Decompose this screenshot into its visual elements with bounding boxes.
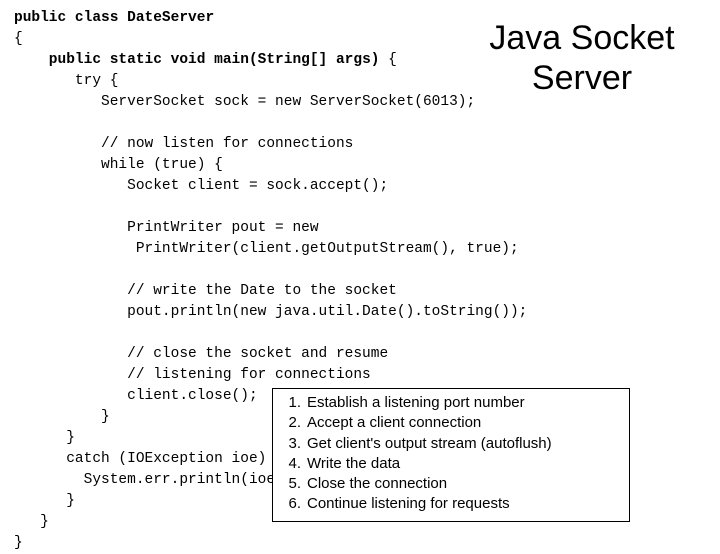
list-item: 1. Establish a listening port number (279, 393, 623, 413)
step-text: Accept a client connection (307, 413, 481, 433)
code-line: } (14, 409, 110, 425)
step-text: Establish a listening port number (307, 393, 525, 413)
slide-title: Java Socket Server (482, 18, 682, 98)
code-line: client.close(); (14, 388, 258, 404)
code-line: System.err.println(ioe); (14, 472, 292, 488)
step-number: 6. (279, 494, 301, 514)
code-line: { (14, 31, 23, 47)
list-item: 3. Get client's output stream (autoflush) (279, 434, 623, 454)
code-line: // now listen for connections (14, 136, 353, 152)
code-line: // listening for connections (14, 367, 371, 383)
steps-box: 1. Establish a listening port number 2. Ac… (272, 388, 630, 522)
step-text: Close the connection (307, 474, 447, 494)
step-text: Get client's output stream (autoflush) (307, 434, 552, 454)
list-item: 6. Continue listening for requests (279, 494, 623, 514)
list-item: 4. Write the data (279, 454, 623, 474)
code-line: PrintWriter pout = new (14, 220, 319, 236)
step-number: 1. (279, 393, 301, 413)
code-line: } (14, 514, 49, 530)
steps-list: 1. Establish a listening port number 2. Ac… (279, 393, 623, 515)
code-line: PrintWriter(client.getOutputStream(), tr… (14, 241, 519, 257)
code-line: ServerSocket sock = new ServerSocket(601… (14, 94, 475, 110)
code-line: } (14, 535, 23, 551)
code-line: // write the Date to the socket (14, 283, 397, 299)
code-line: try { (14, 73, 118, 89)
step-number: 5. (279, 474, 301, 494)
step-text: Write the data (307, 454, 400, 474)
code-line: catch (IOException ioe) { (14, 451, 284, 467)
code-line: } (14, 430, 75, 446)
step-number: 2. (279, 413, 301, 433)
list-item: 2. Accept a client connection (279, 413, 623, 433)
step-text: Continue listening for requests (307, 494, 510, 514)
list-item: 5. Close the connection (279, 474, 623, 494)
code-line: public static void main(String[] args) { (14, 52, 397, 68)
code-line: pout.println(new java.util.Date().toStri… (14, 304, 527, 320)
step-number: 3. (279, 434, 301, 454)
code-line: while (true) { (14, 157, 223, 173)
code-line: Socket client = sock.accept(); (14, 178, 388, 194)
step-number: 4. (279, 454, 301, 474)
code-line: // close the socket and resume (14, 346, 388, 362)
code-line: } (14, 493, 75, 509)
code-line: public class DateServer (14, 10, 214, 26)
